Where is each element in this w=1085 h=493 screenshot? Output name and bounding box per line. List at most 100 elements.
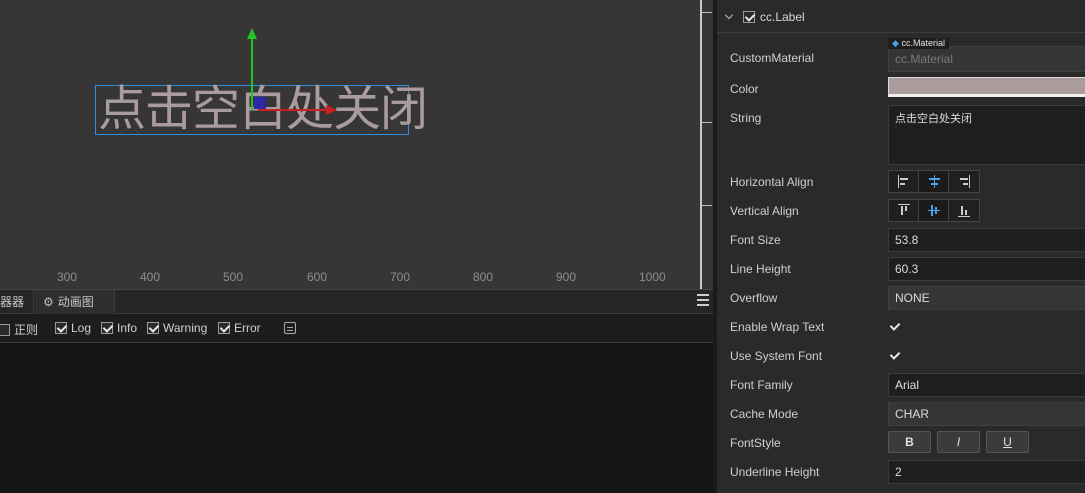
overflow-select[interactable]: NONE — [888, 286, 1085, 310]
prop-label: Overflow — [730, 291, 778, 305]
canvas-boundary-line — [700, 0, 702, 289]
cache-mode-value: CHAR — [895, 407, 930, 421]
prop-label: Font Size — [730, 233, 781, 247]
vertical-align-group — [888, 199, 980, 222]
italic-button[interactable]: I — [937, 431, 980, 453]
move-gizmo-y-axis[interactable] — [251, 36, 253, 110]
ruler-tick — [702, 205, 712, 206]
prop-label: Horizontal Align — [730, 175, 814, 189]
filter-label: Log — [71, 321, 92, 335]
asset-type-label: cc.Material — [901, 38, 945, 48]
prop-label: Cache Mode — [730, 407, 799, 421]
prop-label: Line Height — [730, 262, 791, 276]
animation-icon: ⚙ — [43, 295, 54, 309]
component-header[interactable]: cc.Label — [717, 0, 1085, 33]
ruler-label: 900 — [556, 270, 577, 284]
console-filter-bar: 正则 Log Info Warning Error — [0, 314, 713, 343]
prop-label: String — [730, 111, 762, 125]
use-system-font-checkbox[interactable] — [888, 349, 900, 361]
move-gizmo-x-axis[interactable] — [258, 109, 330, 111]
align-middle-icon — [928, 204, 940, 217]
filter-label: 正则 — [14, 323, 39, 337]
align-right-button[interactable] — [949, 171, 979, 192]
color-swatch[interactable] — [888, 77, 1085, 97]
error-checkbox[interactable] — [218, 321, 230, 334]
align-right-icon — [958, 175, 970, 188]
align-left-icon — [898, 175, 910, 188]
ruler-label: 800 — [473, 270, 494, 284]
ruler-label: 700 — [390, 270, 411, 284]
prop-label: Underline Height — [730, 465, 820, 479]
component-enabled-checkbox[interactable] — [743, 11, 755, 23]
underline-label: U — [1003, 435, 1012, 449]
filter-log[interactable]: Log — [55, 321, 91, 335]
horizontal-align-group — [888, 170, 980, 193]
font-family-input[interactable]: Arial — [888, 373, 1085, 397]
align-center-button[interactable] — [919, 171, 949, 192]
filter-error[interactable]: Error — [218, 321, 261, 335]
move-gizmo-y-arrow-icon[interactable] — [247, 28, 257, 39]
ruler-label: 600 — [307, 270, 328, 284]
tab-animation[interactable]: ⚙ 动画图 — [35, 290, 115, 314]
filter-label: Info — [117, 321, 138, 335]
align-top-icon — [898, 204, 910, 217]
chevron-down-icon[interactable] — [724, 10, 734, 20]
filter-regex[interactable]: 正则 — [0, 321, 38, 338]
ruler-label: 400 — [140, 270, 161, 284]
line-height-input[interactable]: 60.3 — [888, 257, 1085, 281]
filter-label: Warning — [163, 321, 208, 335]
ruler-tick — [702, 122, 712, 123]
align-top-button[interactable] — [889, 200, 919, 221]
enable-wrap-text-checkbox[interactable] — [888, 320, 900, 332]
align-bottom-button[interactable] — [949, 200, 979, 221]
font-size-value: 53.8 — [895, 233, 919, 247]
prop-label: Color — [730, 82, 759, 96]
custom-material-value: cc.Material — [895, 52, 954, 66]
prop-label: CustomMaterial — [730, 51, 815, 65]
underline-button[interactable]: U — [986, 431, 1029, 453]
prop-label: Font Family — [730, 378, 793, 392]
underline-height-input[interactable]: 2 — [888, 460, 1085, 484]
prop-label: FontStyle — [730, 436, 781, 450]
filter-info[interactable]: Info — [101, 321, 137, 335]
string-value: 点击空白处关闭 — [895, 113, 972, 125]
italic-label: I — [956, 435, 961, 449]
diamond-icon: ◆ — [892, 38, 899, 48]
ruler-label: 1000 — [639, 270, 666, 284]
font-size-input[interactable]: 53.8 — [888, 228, 1085, 252]
overflow-value: NONE — [895, 291, 930, 305]
log-checkbox[interactable] — [55, 321, 67, 334]
tab-console[interactable]: 器器 — [0, 290, 34, 314]
bold-button[interactable]: B — [888, 431, 931, 453]
scene-viewport[interactable]: 点击空白处关闭 300 400 500 600 700 800 900 1000 — [0, 0, 713, 289]
prop-label: Vertical Align — [730, 204, 799, 218]
cache-mode-select[interactable]: CHAR — [888, 402, 1085, 426]
move-gizmo-center-handle[interactable] — [254, 97, 266, 109]
move-gizmo-x-arrow-icon[interactable] — [326, 105, 337, 115]
filter-warning[interactable]: Warning — [147, 321, 207, 335]
string-textarea[interactable]: 点击空白处关闭 — [888, 105, 1085, 165]
custom-material-field[interactable]: cc.Material — [888, 46, 1085, 72]
tab-label: 器器 — [0, 295, 25, 309]
prop-label: Enable Wrap Text — [730, 320, 825, 334]
warning-checkbox[interactable] — [147, 321, 159, 334]
ruler-tick — [702, 12, 712, 13]
ruler-label: 300 — [57, 270, 78, 284]
panel-menu-icon[interactable] — [697, 294, 709, 308]
info-checkbox[interactable] — [101, 321, 113, 334]
filter-label: Error — [234, 321, 261, 335]
align-left-button[interactable] — [889, 171, 919, 192]
clear-console-icon[interactable] — [284, 322, 296, 334]
align-center-icon — [928, 175, 940, 188]
prop-label: Use System Font — [730, 349, 823, 363]
align-bottom-icon — [958, 204, 970, 217]
inspector-panel: cc.Label CustomMaterial cc.Material ◆ cc… — [717, 0, 1085, 493]
console-tab-bar: 器器 ⚙ 动画图 — [0, 290, 713, 314]
console-panel: 器器 ⚙ 动画图 正则 Log Info Warning Error — [0, 289, 713, 493]
ruler-label: 500 — [223, 270, 244, 284]
align-middle-button[interactable] — [919, 200, 949, 221]
regex-checkbox[interactable] — [0, 323, 10, 336]
asset-type-tag: ◆ cc.Material — [888, 38, 949, 49]
underline-height-value: 2 — [895, 465, 902, 479]
font-family-value: Arial — [895, 378, 920, 392]
